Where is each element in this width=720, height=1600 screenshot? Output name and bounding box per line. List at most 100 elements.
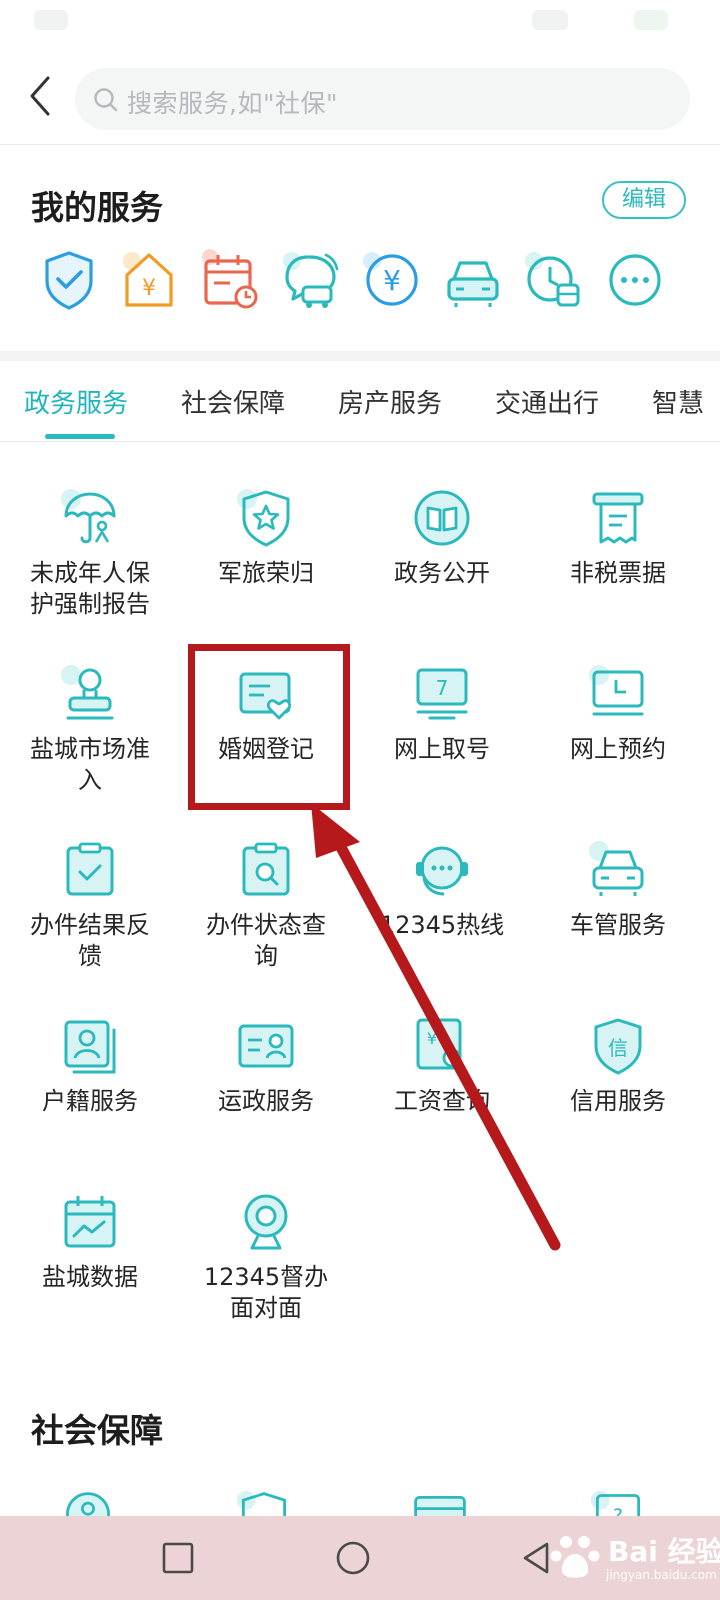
baidu-jingyan-watermark: Bai 经验 jingyan.baidu.com — [542, 1524, 720, 1594]
quick-service-item[interactable] — [440, 245, 506, 315]
status-blur — [34, 10, 68, 30]
watermark-brand: Bai 经验 — [608, 1535, 720, 1568]
status-blur — [532, 10, 568, 30]
paw-logo-icon — [550, 1536, 600, 1578]
quick-service-item[interactable]: ¥ — [116, 245, 182, 315]
queue-number-icon: 7 — [416, 668, 468, 720]
service-label: 12345督办面对面 — [203, 1263, 329, 1322]
service-item[interactable]: 军旅荣归 — [181, 486, 351, 589]
service-label: 办件状态查询 — [206, 911, 326, 970]
circle-icon — [336, 1541, 370, 1575]
monitor-appointment-icon — [589, 665, 644, 716]
quick-service-item[interactable] — [196, 245, 262, 315]
search-input[interactable]: 搜索服务,如"社保" — [75, 68, 690, 130]
svg-text:¥: ¥ — [142, 276, 156, 301]
watermark-url: jingyan.baidu.com — [606, 1568, 717, 1582]
service-label: 信用服务 — [570, 1087, 666, 1115]
person-card-icon — [64, 1020, 116, 1074]
service-item[interactable]: 未成年人保护强制报告 — [5, 486, 175, 620]
service-item[interactable]: 婚姻登记 — [181, 662, 351, 765]
quick-service-item[interactable]: ¥ — [358, 245, 424, 315]
service-item[interactable]: 7 网上取号 — [357, 662, 527, 765]
clock-bus-icon — [525, 252, 580, 307]
chat-car-icon — [283, 252, 339, 308]
more-button[interactable] — [602, 245, 668, 315]
quick-service-item[interactable] — [36, 245, 102, 315]
service-item[interactable]: 12345热线 — [357, 838, 527, 941]
webcam-icon — [244, 1194, 288, 1250]
service-item[interactable]: 非税票据 — [533, 486, 703, 589]
top-bar: 搜索服务,如"社保" — [0, 56, 720, 144]
yuan-circle-icon: ¥ — [363, 252, 418, 306]
category-tabs: 政务服务 社会保障 房产服务 交通出行 智慧 — [0, 361, 720, 441]
star-shield-icon — [237, 489, 290, 547]
service-label: 婚姻登记 — [218, 735, 314, 763]
tab-social-security[interactable]: 社会保障 — [181, 383, 285, 420]
svg-text:?: ? — [613, 1506, 623, 1516]
service-label: 办件结果反馈 — [30, 911, 150, 970]
service-label: 军旅荣归 — [218, 559, 314, 587]
my-services-panel: 我的服务 编辑 ¥ ¥ — [0, 145, 720, 351]
open-book-icon — [414, 490, 470, 546]
tab-government[interactable]: 政务服务 — [24, 383, 128, 420]
service-label: 盐城数据 — [42, 1263, 138, 1291]
person-pin-icon — [65, 1492, 111, 1516]
tab-transport[interactable]: 交通出行 — [495, 383, 599, 420]
service-item[interactable]: 政务公开 — [357, 486, 527, 589]
service-item[interactable]: 盐城数据 — [5, 1190, 175, 1293]
headset-icon — [416, 846, 468, 896]
service-label: 运政服务 — [218, 1087, 314, 1115]
service-item[interactable]: 运政服务 — [181, 1014, 351, 1117]
svg-text:7: 7 — [436, 676, 449, 700]
square-icon — [162, 1542, 194, 1574]
home-button[interactable] — [333, 1538, 373, 1578]
car-icon — [447, 261, 499, 307]
more-icon — [609, 254, 661, 306]
tab-housing[interactable]: 房产服务 — [338, 383, 442, 420]
search-placeholder: 搜索服务,如"社保" — [127, 89, 338, 118]
car-icon — [589, 841, 644, 896]
clipboard-check-icon — [66, 842, 114, 896]
service-label: 未成年人保护强制报告 — [30, 559, 150, 618]
service-item[interactable]: 盐城市场准入 — [5, 662, 175, 796]
divider — [0, 441, 720, 442]
status-bar — [0, 0, 720, 44]
section-gap — [0, 351, 720, 361]
shield-check-icon — [45, 251, 93, 310]
id-card-icon — [238, 1024, 294, 1068]
service-label: 网上取号 — [394, 735, 490, 763]
chevron-left-icon — [30, 76, 50, 116]
service-item[interactable]: 办件结果反馈 — [5, 838, 175, 972]
service-label: 车管服务 — [570, 911, 666, 939]
edit-button[interactable]: 编辑 — [602, 181, 686, 219]
service-item[interactable]: ¥ 工资查询 — [357, 1014, 527, 1117]
tab-smart[interactable]: 智慧 — [652, 383, 704, 420]
service-label: 12345热线 — [379, 911, 505, 939]
house-yuan-icon: ¥ — [123, 252, 173, 307]
quick-service-item[interactable] — [520, 245, 586, 315]
back-button[interactable] — [22, 72, 62, 122]
shield-icon — [236, 1490, 287, 1516]
svg-text:¥: ¥ — [427, 1029, 437, 1048]
service-item[interactable]: ? — [588, 1488, 648, 1516]
receipt-icon — [592, 492, 644, 544]
service-item[interactable]: 车管服务 — [533, 838, 703, 941]
umbrella-child-icon — [61, 489, 116, 544]
quick-service-item[interactable] — [278, 245, 344, 315]
help-icon: ? — [590, 1490, 641, 1516]
credit-shield-icon: 信 — [594, 1018, 642, 1075]
svg-text:¥: ¥ — [383, 264, 401, 297]
battery-blur — [634, 10, 668, 30]
search-icon — [94, 88, 118, 112]
service-item[interactable] — [58, 1488, 118, 1516]
service-item[interactable]: 网上预约 — [533, 662, 703, 765]
service-item[interactable]: 户籍服务 — [5, 1014, 175, 1117]
service-item[interactable] — [410, 1488, 470, 1516]
service-item[interactable] — [234, 1488, 294, 1516]
section-title: 我的服务 — [31, 188, 163, 227]
service-item[interactable]: 信 信用服务 — [533, 1014, 703, 1117]
service-item[interactable]: 12345督办面对面 — [181, 1190, 351, 1324]
calendar-chart-icon — [64, 1196, 116, 1248]
recent-apps-button[interactable] — [158, 1538, 198, 1578]
service-item[interactable]: 办件状态查询 — [181, 838, 351, 972]
